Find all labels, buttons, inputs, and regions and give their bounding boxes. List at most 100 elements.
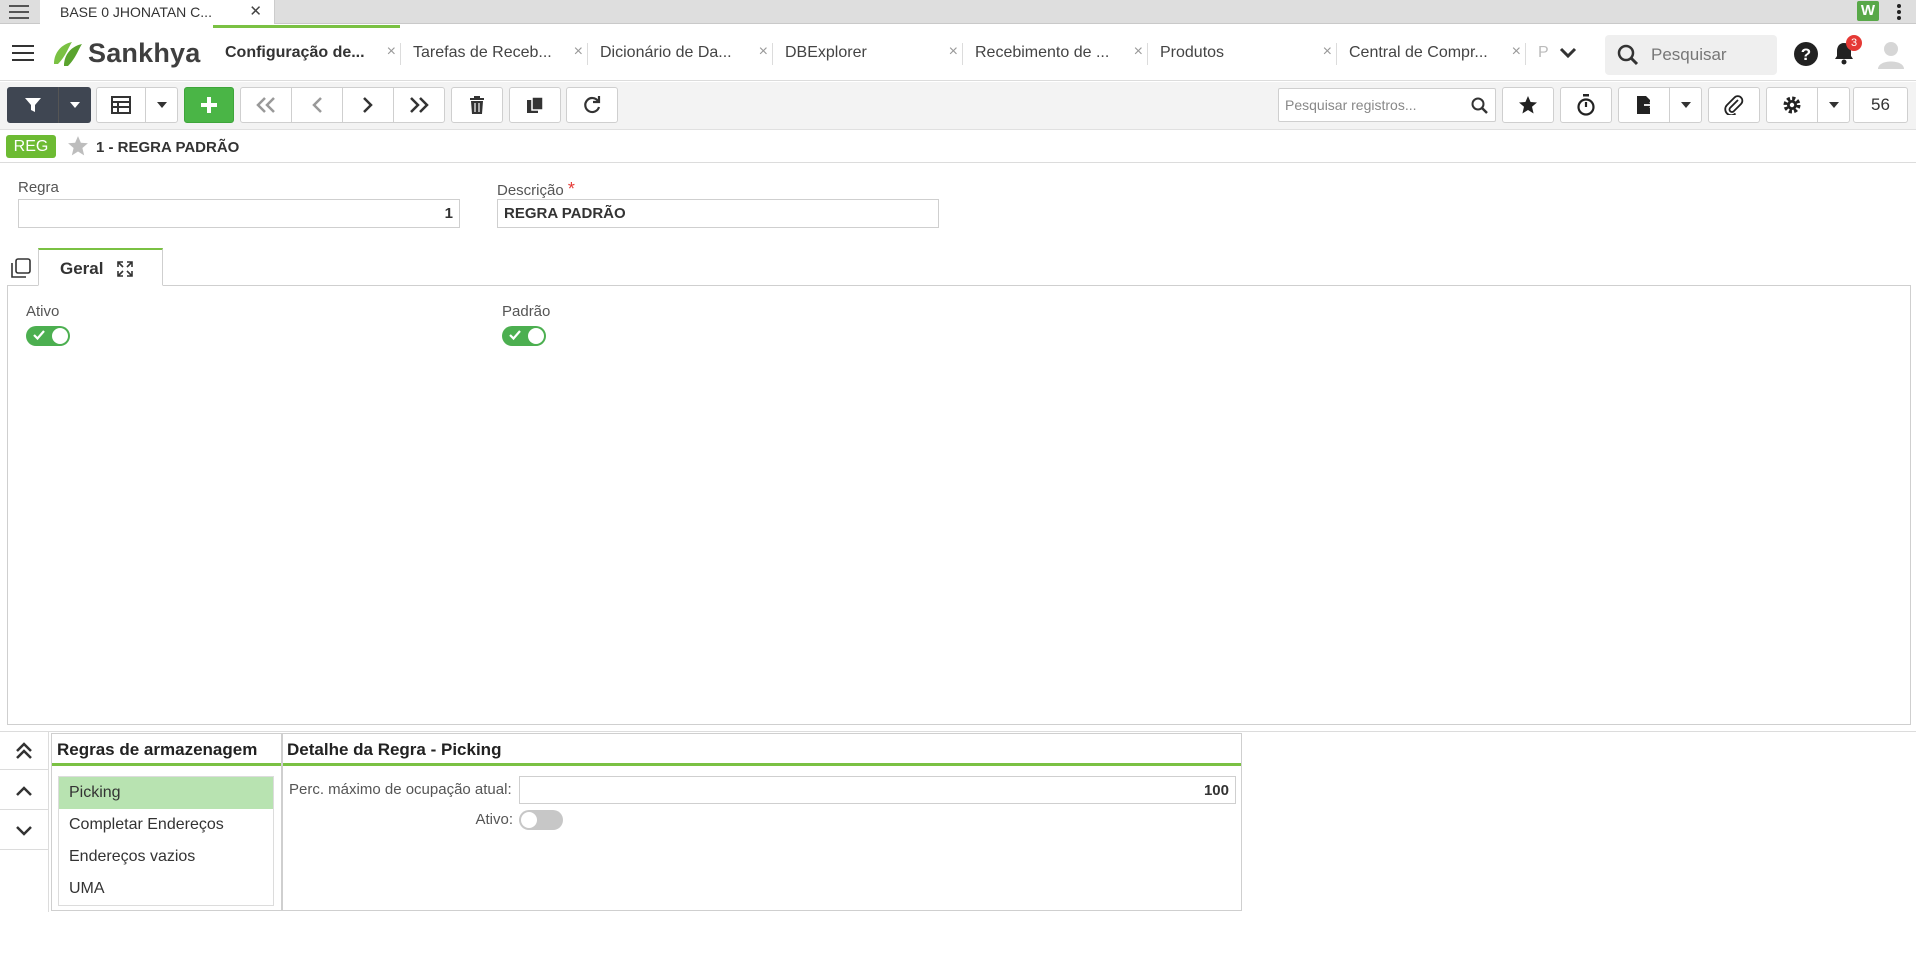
grid-view-dropdown-button[interactable] [145,87,178,123]
settings-button[interactable] [1766,87,1818,123]
regra-label: Regra [18,179,59,196]
settings-dropdown-button[interactable] [1817,87,1850,123]
detail-ativo-toggle[interactable] [519,810,563,830]
previous-record-button[interactable] [291,87,343,123]
export-dropdown-button[interactable] [1669,87,1702,123]
rule-item-uma[interactable]: UMA [59,873,273,905]
descricao-label-text: Descrição [497,182,564,199]
regra-field[interactable] [18,199,460,228]
tab-central-compras[interactable]: Central de Compr... × [1337,25,1525,81]
filter-button[interactable] [7,87,58,123]
copy-tab-icon[interactable] [11,258,31,278]
move-down-button[interactable] [0,812,48,850]
browser-more-icon[interactable] [1896,2,1902,22]
browser-tab-close-icon[interactable]: ✕ [249,2,262,20]
star-icon [1519,96,1537,114]
grid-view-button[interactable] [96,87,146,123]
user-avatar-icon[interactable] [1876,39,1906,69]
tab-close-icon[interactable]: × [574,43,583,61]
tab-tarefas[interactable]: Tarefas de Receb... × [401,25,587,81]
padrao-toggle[interactable] [502,326,546,346]
first-record-button[interactable] [240,87,292,123]
next-record-button[interactable] [342,87,394,123]
timer-button[interactable] [1560,87,1612,123]
ativo-toggle[interactable] [26,326,70,346]
tab-dbexplorer[interactable]: DBExplorer × [773,25,962,81]
descricao-field[interactable] [497,199,939,228]
tab-close-icon[interactable]: × [759,43,768,61]
descricao-label: Descrição * [497,179,575,200]
toolbar: 56 [0,82,1916,130]
tab-label: Configuração de... [225,44,365,61]
rules-panel-header: Regras de armazenagem [52,734,281,766]
tab-geral[interactable]: Geral [38,248,163,286]
side-divider [48,732,49,912]
tab-label: Recebimento de ... [975,44,1110,61]
check-icon [33,330,45,341]
perc-field[interactable] [519,776,1236,804]
chevron-down-icon[interactable] [1558,45,1578,61]
record-title: 1 - REGRA PADRÃO [96,139,240,156]
tab-close-icon[interactable]: × [1134,43,1143,61]
tab-recebimento[interactable]: Recebimento de ... × [963,25,1147,81]
grid-view-icon [111,96,131,114]
svg-text:?: ? [1801,45,1811,64]
rule-item-picking[interactable]: Picking [59,777,273,809]
tab-produtos[interactable]: Produtos × [1148,25,1336,81]
tab-close-icon[interactable]: × [387,43,396,61]
check-icon [509,330,521,341]
stopwatch-icon [1577,94,1595,116]
caret-down-icon [1828,102,1839,108]
favorite-star-icon[interactable] [67,135,89,157]
tab-label: P [1538,44,1549,61]
collapse-all-button[interactable] [0,732,48,770]
browser-menu-icon[interactable] [6,1,32,23]
search-icon[interactable] [1471,97,1489,115]
plus-icon [201,97,217,113]
rule-item-enderecos-vazios[interactable]: Endereços vazios [59,841,273,873]
sankhya-logo[interactable]: Sankhya [50,38,200,68]
tab-close-icon[interactable]: × [1512,43,1521,61]
global-search[interactable]: Pesquisar [1605,35,1777,75]
tab-close-icon[interactable]: × [1323,43,1332,61]
gear-icon [1783,96,1801,114]
tab-overflow[interactable]: P [1526,25,1556,81]
add-record-button[interactable] [184,87,234,123]
paperclip-icon [1724,95,1744,115]
help-icon[interactable]: ? [1794,42,1818,66]
tab-label: Dicionário de Da... [600,44,732,61]
expand-icon[interactable] [117,261,133,277]
move-up-button[interactable] [0,772,48,810]
rule-item-completar-enderecos[interactable]: Completar Endereços [59,809,273,841]
tab-dicionario[interactable]: Dicionário de Da... × [588,25,772,81]
record-search-field[interactable] [1278,88,1496,122]
chevron-right-icon [363,97,373,113]
perc-label: Perc. máximo de ocupação atual: [289,781,512,798]
browser-tab[interactable]: BASE 0 JHONATAN C... ✕ [40,0,275,24]
attachment-button[interactable] [1708,87,1760,123]
extension-icon[interactable]: W [1857,1,1879,21]
file-export-icon [1637,96,1654,114]
tab-configuracao[interactable]: Configuração de... × [213,25,400,81]
filter-dropdown-button[interactable] [58,87,91,123]
rules-panel: Regras de armazenagem Picking Completar … [51,733,282,911]
tab-label: Central de Compr... [1349,44,1488,61]
tab-close-icon[interactable]: × [949,43,958,61]
favorite-button[interactable] [1502,87,1554,123]
refresh-button[interactable] [566,87,618,123]
filter-icon [24,98,41,112]
caret-down-icon [1680,102,1691,108]
last-record-button[interactable] [393,87,445,123]
ativo-label: Ativo [26,303,60,320]
chevron-up-icon [16,785,32,796]
main-menu-icon[interactable] [12,45,34,66]
duplicate-record-button[interactable] [509,87,561,123]
rule-detail-panel: Detalhe da Regra - Picking Perc. máximo … [282,733,1242,911]
geral-panel: Ativo Padrão [7,285,1911,725]
export-button[interactable] [1618,87,1670,123]
copy-icon [527,96,544,113]
record-count: 56 [1853,87,1908,123]
delete-record-button[interactable] [451,87,503,123]
record-search-input[interactable] [1279,89,1469,121]
sankhya-logo-icon [54,42,82,66]
